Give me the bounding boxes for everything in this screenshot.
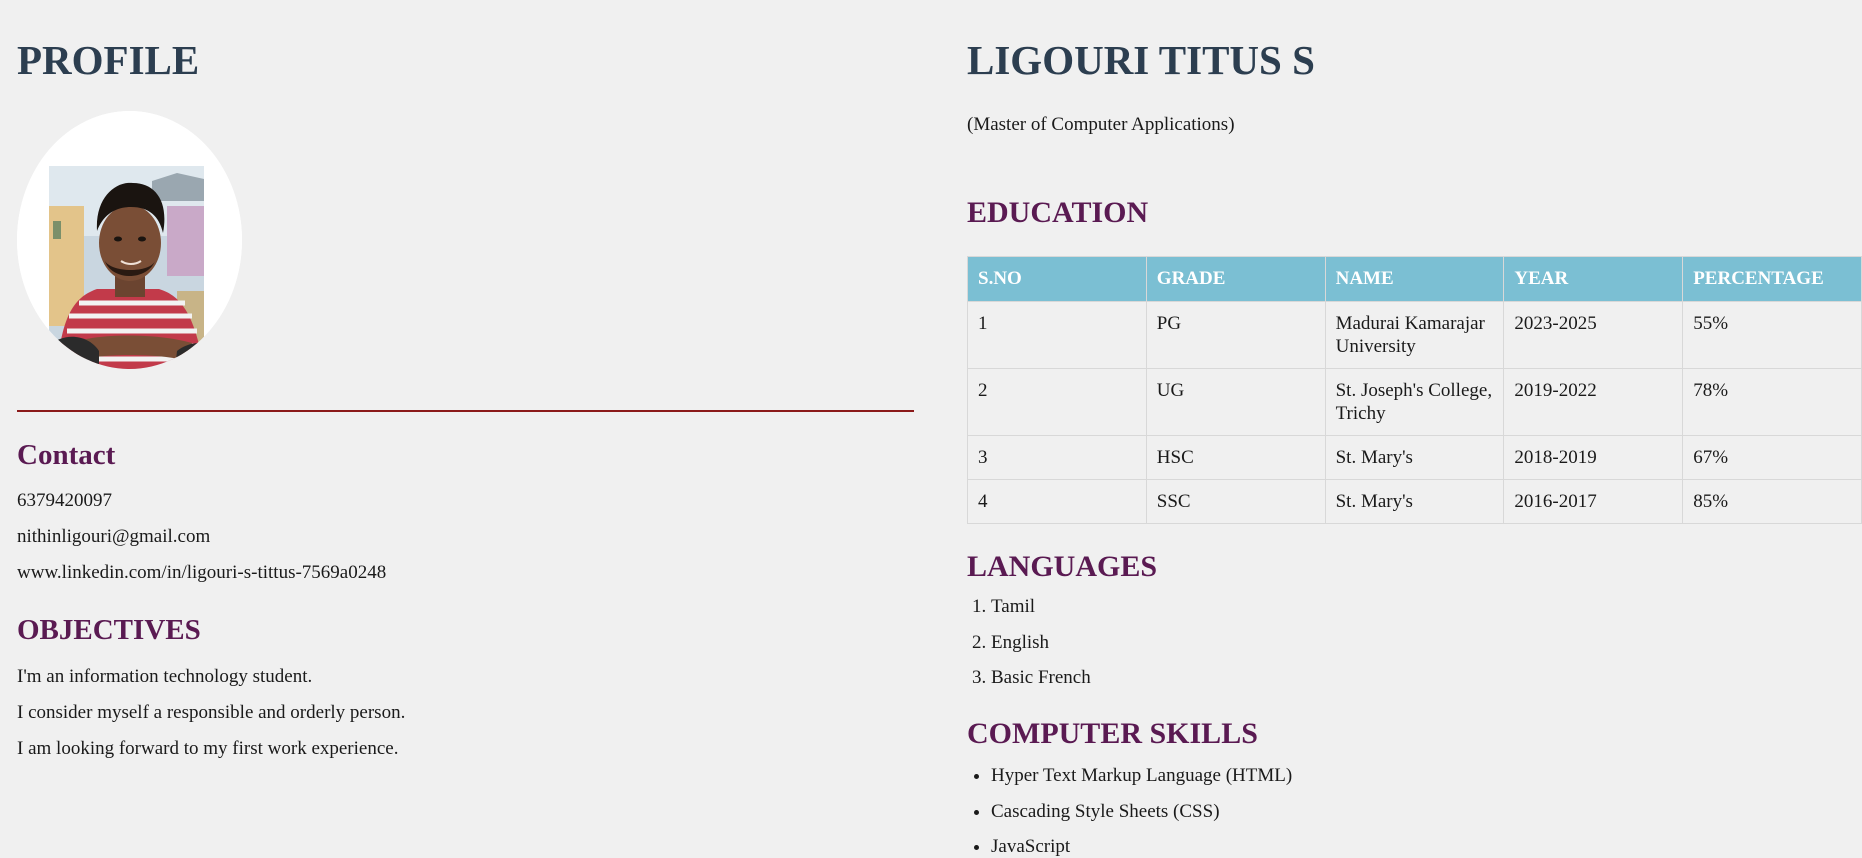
contact-email[interactable]: nithinligouri@gmail.com <box>17 525 210 549</box>
objective-line: I'm an information technology student. <box>17 666 313 687</box>
education-title: EDUCATION <box>967 196 1149 229</box>
section-divider <box>17 410 914 412</box>
list-item: Tamil <box>991 595 1091 631</box>
table-cell: 2016-2017 <box>1503 479 1684 524</box>
contact-linkedin[interactable]: www.linkedin.com/in/ligouri-s-tittus-756… <box>17 561 386 585</box>
education-table: S.NO GRADE NAME YEAR PERCENTAGE 1 PG Mad… <box>967 256 1862 524</box>
profile-heading: PROFILE <box>17 37 200 83</box>
table-cell: SSC <box>1145 479 1326 524</box>
table-row: 2 UG St. Joseph's College, Trichy 2019-2… <box>967 368 1862 436</box>
degree-subtitle: (Master of Computer Applications) <box>967 114 1235 135</box>
table-row: 3 HSC St. Mary's 2018-2019 67% <box>967 435 1862 480</box>
table-cell: HSC <box>1145 435 1326 480</box>
computer-skills-title: COMPUTER SKILLS <box>967 717 1258 750</box>
column-header: PERCENTAGE <box>1682 256 1862 302</box>
table-cell: Madurai Kamarajar University <box>1324 301 1505 369</box>
table-cell: 1 <box>967 301 1147 369</box>
table-cell: St. Mary's <box>1324 479 1505 524</box>
column-header: YEAR <box>1503 256 1684 302</box>
column-header: GRADE <box>1145 256 1326 302</box>
objectives-title: OBJECTIVES <box>17 614 201 646</box>
table-cell: 67% <box>1682 435 1862 480</box>
table-cell: 3 <box>967 435 1147 480</box>
objective-line: I am looking forward to my first work ex… <box>17 738 399 759</box>
column-header: NAME <box>1324 256 1505 302</box>
table-cell: 4 <box>967 479 1147 524</box>
table-row: 4 SSC St. Mary's 2016-2017 85% <box>967 479 1862 524</box>
contact-title: Contact <box>17 439 116 471</box>
table-row: 1 PG Madurai Kamarajar University 2023-2… <box>967 301 1862 369</box>
table-cell: UG <box>1145 368 1326 436</box>
list-item: Cascading Style Sheets (CSS) <box>991 800 1292 836</box>
column-header: S.NO <box>967 256 1147 302</box>
list-item: Hyper Text Markup Language (HTML) <box>991 764 1292 800</box>
contact-phone: 6379420097 <box>17 490 112 511</box>
table-cell: 55% <box>1682 301 1862 369</box>
table-cell: St. Mary's <box>1324 435 1505 480</box>
table-cell: 2 <box>967 368 1147 436</box>
name-heading: LIGOURI TITUS S <box>967 37 1315 83</box>
resume-page: PROFILE Contact 6379420097 nithinligouri… <box>0 0 1862 858</box>
table-header-row: S.NO GRADE NAME YEAR PERCENTAGE <box>967 256 1862 302</box>
table-cell: 85% <box>1682 479 1862 524</box>
objective-line: I consider myself a responsible and orde… <box>17 702 406 723</box>
avatar-photo <box>17 111 242 369</box>
table-cell: St. Joseph's College, Trichy <box>1324 368 1505 436</box>
skills-list: Hyper Text Markup Language (HTML) Cascad… <box>967 764 1292 858</box>
languages-list: Tamil English Basic French <box>967 595 1091 702</box>
list-item: JavaScript <box>991 835 1292 858</box>
table-cell: 2018-2019 <box>1503 435 1684 480</box>
table-cell: PG <box>1145 301 1326 369</box>
table-cell: 2019-2022 <box>1503 368 1684 436</box>
table-cell: 78% <box>1682 368 1862 436</box>
table-cell: 2023-2025 <box>1503 301 1684 369</box>
list-item: English <box>991 631 1091 667</box>
list-item: Basic French <box>991 666 1091 702</box>
languages-title: LANGUAGES <box>967 550 1158 583</box>
avatar <box>17 111 242 369</box>
